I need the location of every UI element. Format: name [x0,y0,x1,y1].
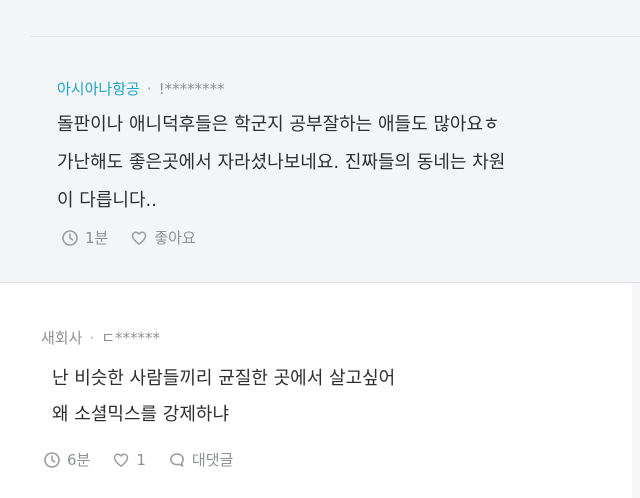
reply-to-comment-label: 대댓글 [191,451,234,469]
comment-card: 새회사 · ㄷ****** 난 비슷한 사람들끼리 균질한 곳에서 살고싶어 왜… [0,283,640,498]
reply-card: 아시아나항공 · !******** 돌판이나 애니덕후들은 학군지 공부잘하는… [30,37,640,275]
clock-icon [61,229,79,247]
clock-icon [43,451,61,469]
comment-body: 난 비슷한 사람들끼리 균질한 곳에서 살고싶어 왜 소셜믹스를 강제하냐 [52,361,395,433]
comment-meta: 새회사 · ㄷ****** [41,327,160,348]
comment-time: 6분 [43,449,90,470]
comment-meta-separator: · [89,328,95,347]
comment-author[interactable]: 새회사 [41,327,82,348]
right-edge-shadow [632,283,640,498]
reply-body-line-3: 이 다릅니다.. [57,190,157,211]
reply-user-masked: !******** [158,79,225,98]
speech-bubble-icon [168,451,186,469]
comment-thread: 아시아나항공 · !******** 돌판이나 애니덕후들은 학군지 공부잘하는… [0,0,640,498]
reply-time: 1분 [61,227,108,248]
comment-like-button[interactable]: 1 [112,451,146,469]
reply-meta: 아시아나항공 · !******** [57,78,225,99]
comment-time-label: 6분 [67,451,91,469]
reply-like-button[interactable]: 좋아요 [130,227,196,248]
reply-author[interactable]: 아시아나항공 [57,78,140,99]
reply-meta-separator: · [146,79,152,98]
comment-user-masked: ㄷ****** [101,329,160,347]
comment-body-line-2: 왜 소셜믹스를 강제하냐 [52,404,230,425]
comment-like-count: 1 [136,450,146,469]
reply-time-label: 1분 [85,229,109,247]
reply-like-label: 좋아요 [154,229,196,247]
reply-body: 돌판이나 애니덕후들은 학군지 공부잘하는 애들도 많아요ㅎ 가난해도 좋은곳에… [57,106,505,220]
reply-to-comment-button[interactable]: 대댓글 [168,449,233,470]
reply-body-line-1: 돌판이나 애니덕후들은 학군지 공부잘하는 애들도 많아요ㅎ [57,114,500,135]
comment-body-line-1: 난 비슷한 사람들끼리 균질한 곳에서 살고싶어 [52,368,396,389]
comment-actions: 6분 1 대댓글 [43,449,255,470]
reply-body-line-2: 가난해도 좋은곳에서 자라셨나보네요. 진짜들의 동네는 차원 [57,152,506,173]
heart-icon [112,451,130,469]
reply-actions: 1분 좋아요 [61,227,218,248]
heart-icon [130,229,148,247]
